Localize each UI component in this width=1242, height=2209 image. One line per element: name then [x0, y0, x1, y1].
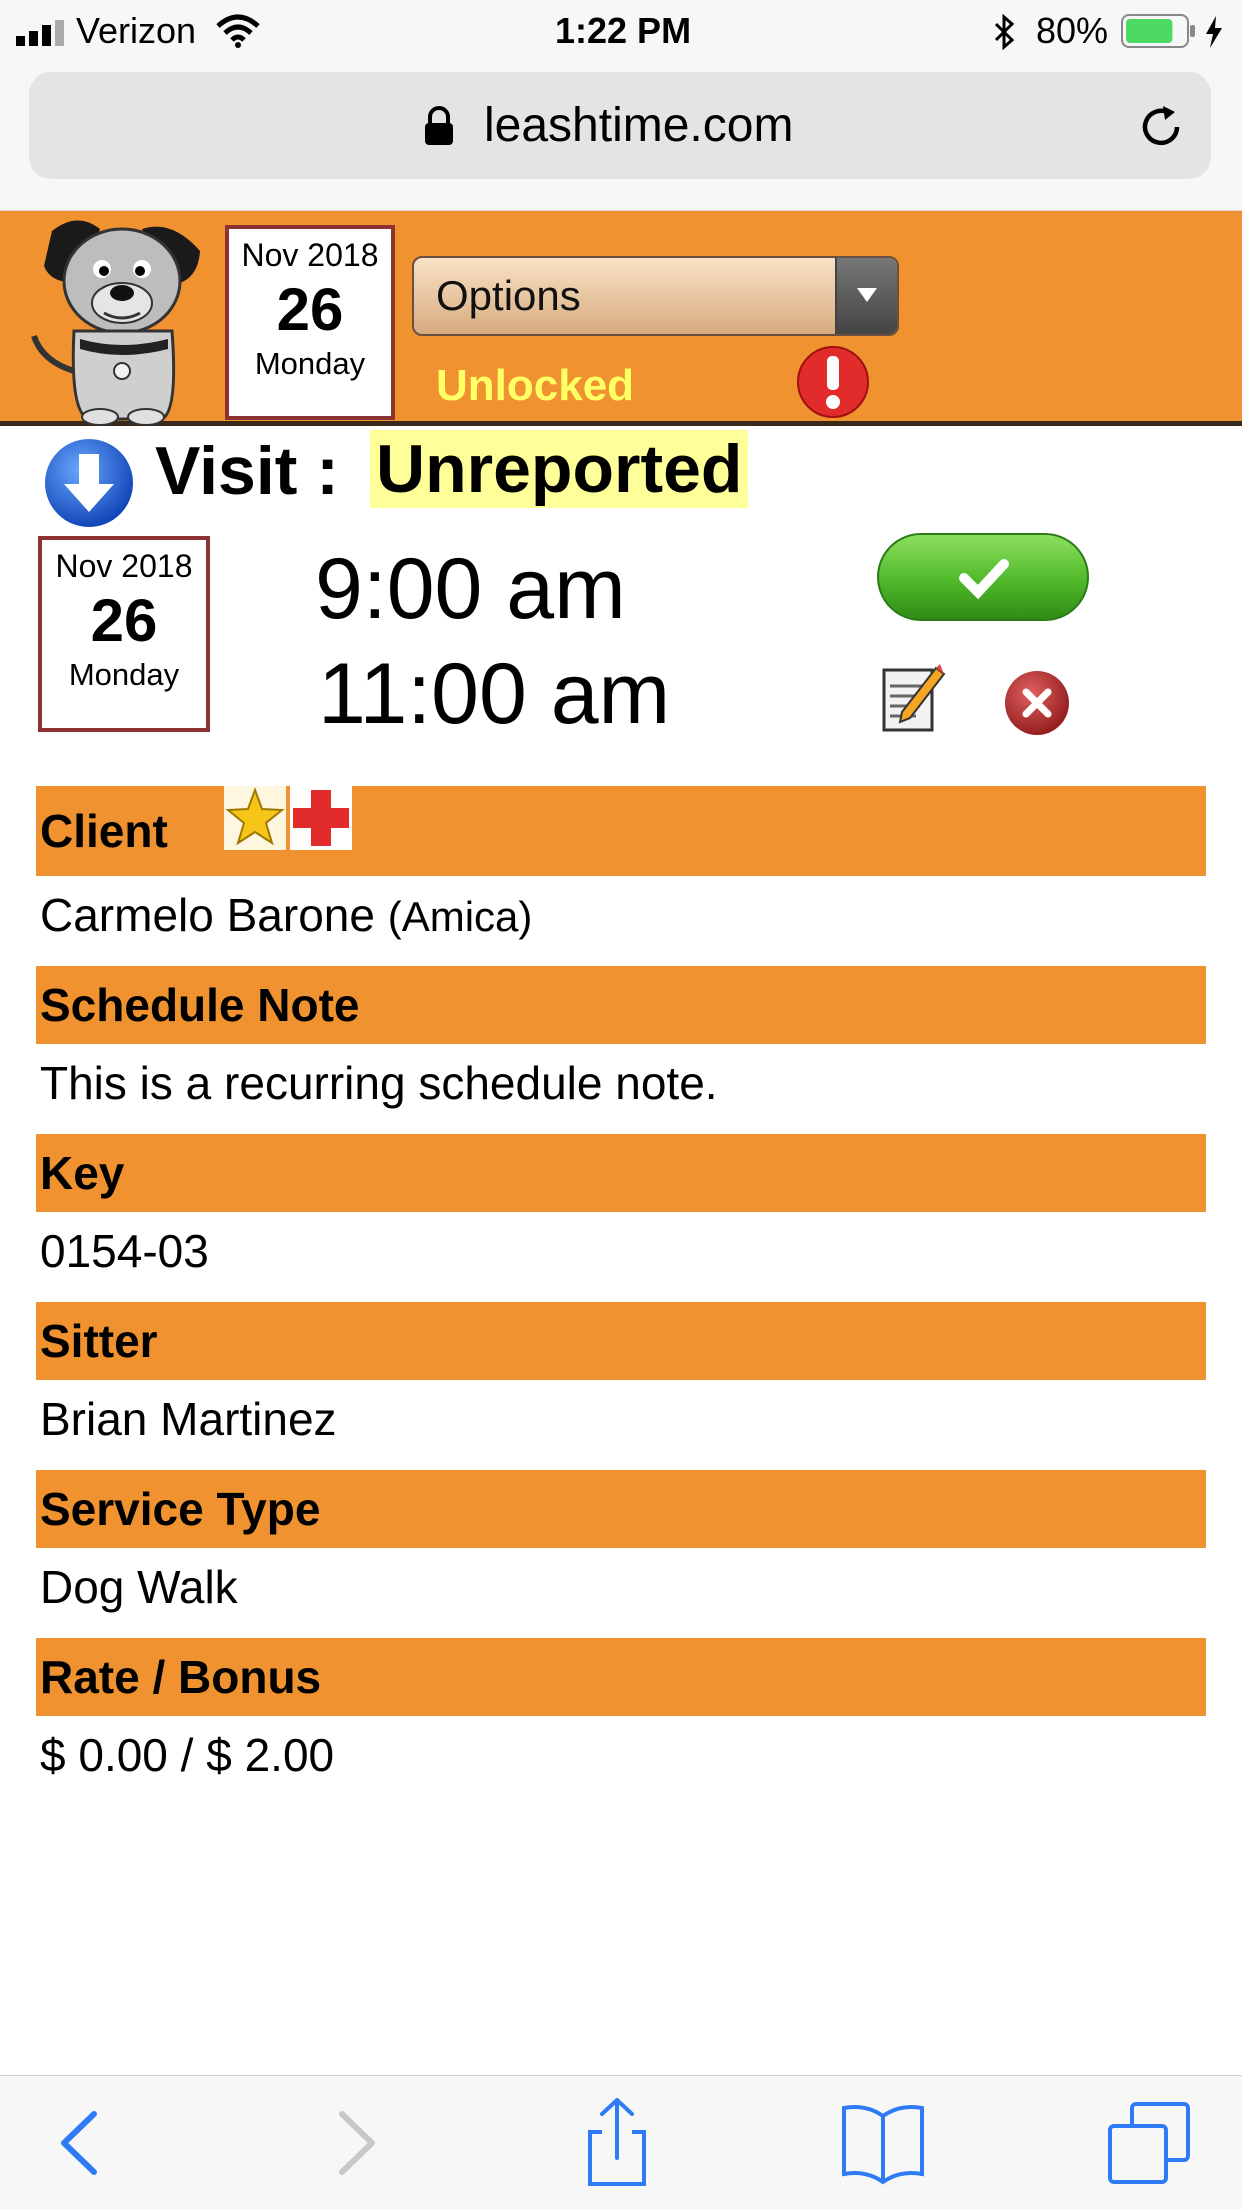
share-button[interactable]	[572, 2098, 662, 2188]
sitter-value: Brian Martinez	[40, 1393, 337, 1445]
lock-icon	[425, 106, 453, 145]
header-date-day: 26	[276, 276, 344, 343]
browser-toolbar: leashtime.com	[0, 64, 1242, 211]
key-section-header: Key	[36, 1134, 1206, 1212]
cancel-visit-button[interactable]	[1003, 669, 1071, 737]
client-value: Carmelo Barone (Amica)	[40, 888, 532, 942]
client-label: Client	[40, 805, 168, 857]
bluetooth-icon	[994, 14, 1015, 50]
visit-date-day: 26	[90, 587, 158, 654]
service-type-label: Service Type	[40, 1483, 321, 1535]
key-value: 0154-03	[40, 1225, 209, 1277]
pet-name: (Amica)	[387, 893, 533, 940]
wifi-icon	[216, 14, 260, 48]
options-dropdown[interactable]: Options	[412, 256, 899, 336]
visit-date-month-year: Nov 2018	[55, 548, 193, 584]
header-date-month-year: Nov 2018	[241, 237, 379, 273]
forward-button[interactable]	[308, 2098, 398, 2188]
browser-bottom-toolbar	[0, 2075, 1242, 2209]
rate-bonus-label: Rate / Bonus	[40, 1651, 322, 1703]
alert-icon[interactable]	[795, 344, 871, 420]
app-header: Nov 2018 26 Monday Options Unlocked	[0, 211, 1242, 426]
charging-bolt-icon	[1206, 16, 1222, 48]
url-text: leashtime.com	[484, 99, 794, 152]
arrow-down-circle-icon[interactable]	[42, 436, 136, 530]
carrier-name: Verizon	[76, 10, 197, 51]
header-date-weekday: Monday	[254, 346, 366, 381]
back-button[interactable]	[34, 2098, 124, 2188]
service-type-section-header: Service Type	[36, 1470, 1206, 1548]
lock-status-label[interactable]: Unlocked	[436, 361, 634, 411]
chevron-left-icon	[61, 2111, 97, 2175]
rate-bonus-value: $ 0.00 / $ 2.00	[40, 1729, 335, 1781]
dropdown-arrow-icon	[835, 258, 897, 334]
signal-icon	[16, 20, 64, 46]
battery-percent: 80%	[1036, 10, 1109, 51]
schedule-note-value: This is a recurring schedule note.	[40, 1057, 718, 1109]
edit-note-icon[interactable]	[880, 662, 946, 734]
share-icon	[600, 2098, 634, 2160]
visit-end-time: 11:00 am	[318, 646, 671, 742]
complete-visit-button[interactable]	[876, 532, 1090, 622]
visit-date-box: Nov 2018 26 Monday	[38, 536, 210, 732]
visit-status: Unreported	[370, 430, 749, 508]
rate-bonus-section-header: Rate / Bonus	[36, 1638, 1206, 1716]
bookmarks-button[interactable]	[838, 2098, 928, 2188]
client-name: Carmelo Barone	[40, 889, 375, 941]
dog-logo-icon[interactable]	[22, 211, 212, 426]
address-bar[interactable]: leashtime.com	[29, 72, 1211, 179]
chevron-right-icon	[339, 2111, 375, 2175]
visit-start-time: 9:00 am	[315, 541, 626, 637]
visit-date-weekday: Monday	[68, 657, 180, 692]
battery-icon	[1121, 14, 1195, 48]
header-date-box[interactable]: Nov 2018 26 Monday	[225, 225, 395, 420]
service-type-value: Dog Walk	[40, 1561, 238, 1613]
sitter-section-header: Sitter	[36, 1302, 1206, 1380]
client-section-header: Client	[36, 786, 1206, 876]
tabs-button[interactable]	[1104, 2098, 1194, 2188]
status-time: 1:22 PM	[555, 10, 692, 51]
schedule-note-section-header: Schedule Note	[36, 966, 1206, 1044]
options-dropdown-label: Options	[436, 272, 581, 319]
star-icon[interactable]	[224, 786, 286, 850]
visit-label: Visit :	[155, 433, 339, 509]
schedule-note-label: Schedule Note	[40, 979, 360, 1031]
book-icon	[842, 2105, 924, 2185]
tabs-icon	[1108, 2124, 1168, 2184]
sitter-label: Sitter	[40, 1315, 158, 1367]
medical-cross-icon[interactable]	[290, 786, 352, 850]
status-bar: Verizon 1:22 PM 80%	[0, 0, 1242, 64]
reload-icon[interactable]	[1137, 102, 1187, 152]
key-label: Key	[40, 1147, 125, 1199]
